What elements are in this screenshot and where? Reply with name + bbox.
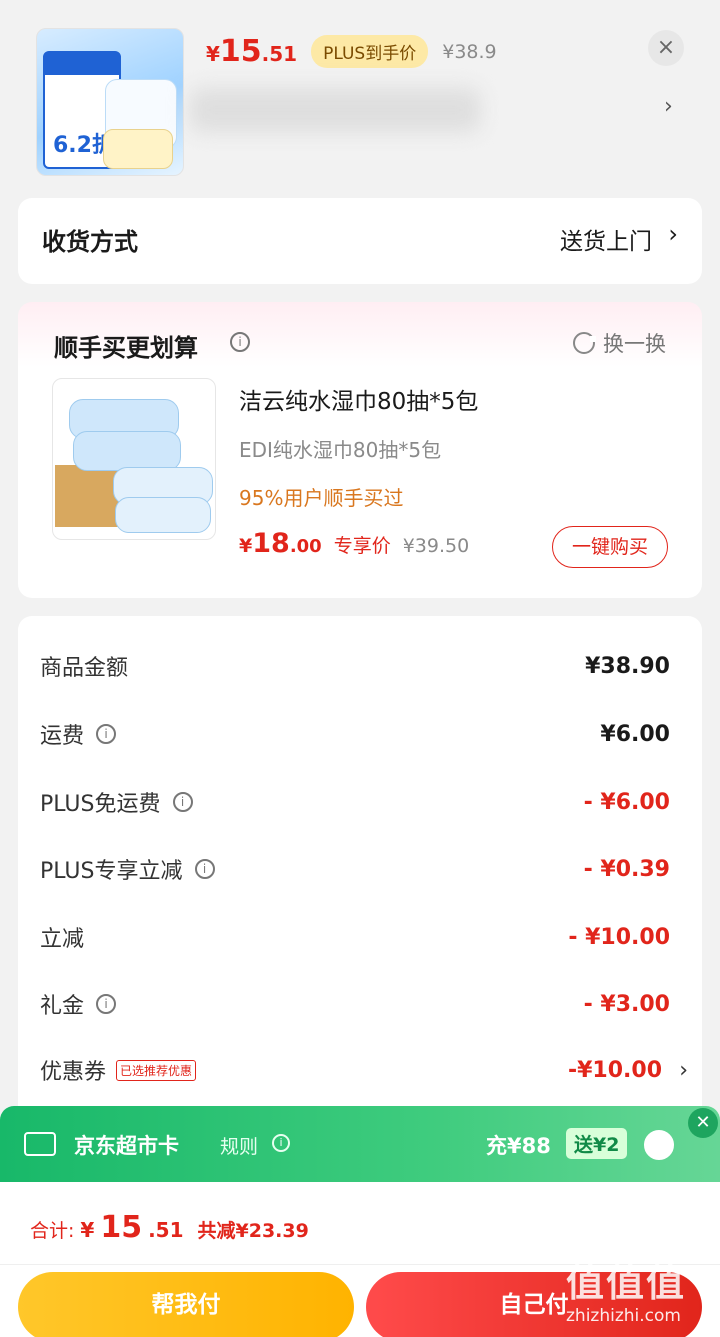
plus-price: ¥15.51 xyxy=(206,34,297,69)
swap-label: 换一换 xyxy=(603,332,666,356)
total-saved: 共减¥23.39 xyxy=(197,1220,309,1242)
info-icon[interactable]: i xyxy=(96,724,117,744)
summary-row-gift-cash: 礼金 i - ¥3.00 xyxy=(40,984,680,1024)
one-click-buy-button[interactable]: 一键购买 xyxy=(552,526,668,568)
info-icon[interactable]: i xyxy=(172,792,193,812)
card-icon xyxy=(24,1132,56,1156)
addon-recommendation-card: 顺手买更划算 i 换一换 洁云纯水湿巾80抽*5包 EDI纯水湿巾80抽*5包 … xyxy=(18,302,702,598)
product-thumbnail[interactable]: 6.2折 xyxy=(36,28,184,176)
summary-value: -¥10.00 xyxy=(567,1057,662,1083)
addon-product-name[interactable]: 洁云纯水湿巾80抽*5包 xyxy=(239,382,478,416)
close-icon[interactable]: ✕ xyxy=(688,1108,718,1138)
addon-price: ¥18.00 xyxy=(239,528,322,559)
price-integer: 15 xyxy=(219,34,262,69)
chevron-right-icon: › xyxy=(668,220,678,248)
wipes-pack-image xyxy=(103,129,173,169)
help-me-pay-button[interactable]: 帮我付 xyxy=(18,1272,354,1337)
delivery-value: 送货上门 xyxy=(560,229,652,255)
addon-original-price: ¥39.50 xyxy=(402,535,470,557)
summary-label: 商品金额 xyxy=(40,656,129,681)
info-icon[interactable]: i xyxy=(194,859,215,879)
summary-row-coupon[interactable]: 优惠券 已选推荐优惠 -¥10.00 › xyxy=(40,1050,688,1090)
addon-title: 顺手买更划算 xyxy=(54,334,198,362)
wipes-pack-image xyxy=(115,497,211,533)
addon-product-subtitle: EDI纯水湿巾80抽*5包 xyxy=(239,438,442,462)
price-integer: 15 xyxy=(100,1210,143,1245)
blurred-product-title xyxy=(190,88,480,132)
summary-value: - ¥3.00 xyxy=(583,991,670,1017)
summary-value: - ¥6.00 xyxy=(583,789,670,815)
price-integer: 18 xyxy=(252,528,290,559)
summary-label: 立减 xyxy=(40,927,85,952)
price-symbol: ¥ xyxy=(80,1218,95,1242)
price-symbol: ¥ xyxy=(206,42,220,66)
exclusive-price-tag: 专享价 xyxy=(333,535,391,557)
price-decimal: .51 xyxy=(148,1218,184,1242)
price-row: ¥15.51 PLUS到手价 ¥38.9 xyxy=(206,34,497,69)
summary-row-instant-reduction: 立减 - ¥10.00 xyxy=(40,917,680,957)
recharge-amount: 充¥88 xyxy=(486,1134,551,1158)
watermark-url: zhizhizhi.com xyxy=(566,1306,681,1326)
supermarket-card-name: 京东超市卡 xyxy=(74,1134,179,1158)
chevron-right-icon: › xyxy=(679,1057,688,1083)
summary-value: ¥38.90 xyxy=(585,653,670,679)
summary-label: 优惠券 xyxy=(40,1060,107,1085)
original-price: ¥38.9 xyxy=(442,40,497,63)
price-decimal: .51 xyxy=(261,42,298,66)
summary-label: 运费 xyxy=(40,724,85,749)
summary-value: - ¥10.00 xyxy=(568,924,670,950)
summary-row-plus-discount: PLUS专享立减 i - ¥0.39 xyxy=(40,849,680,889)
chevron-right-icon[interactable]: › xyxy=(664,94,673,119)
close-button[interactable]: × xyxy=(648,30,684,66)
summary-row-plus-free-shipping: PLUS免运费 i - ¥6.00 xyxy=(40,782,680,822)
price-summary-card: 商品金额 ¥38.90 运费 i ¥6.00 PLUS免运费 i - ¥6.00… xyxy=(18,616,702,1136)
total-label: 合计: xyxy=(30,1220,75,1242)
refresh-icon xyxy=(573,332,596,354)
product-header: 6.2折 ¥15.51 PLUS到手价 ¥38.9 × › xyxy=(0,0,720,190)
rules-link[interactable]: 规则 xyxy=(220,1132,258,1159)
price-symbol: ¥ xyxy=(239,535,253,557)
summary-row-goods: 商品金额 ¥38.90 xyxy=(40,646,680,686)
summary-row-shipping: 运费 i ¥6.00 xyxy=(40,714,680,754)
summary-label: PLUS专享立减 xyxy=(40,859,183,884)
delivery-method-row[interactable]: 收货方式 送货上门 › xyxy=(18,198,702,284)
info-icon[interactable]: i xyxy=(230,332,250,352)
summary-label: PLUS免运费 xyxy=(40,792,161,817)
price-decimal: .00 xyxy=(289,536,322,557)
summary-value: ¥6.00 xyxy=(600,721,670,747)
swap-button[interactable]: 换一换 xyxy=(573,328,666,358)
summary-value: - ¥0.39 xyxy=(583,856,670,882)
promo-card-top xyxy=(45,53,119,75)
info-icon[interactable]: i xyxy=(272,1134,290,1152)
plus-price-badge: PLUS到手价 xyxy=(311,35,429,68)
summary-label: 礼金 xyxy=(40,994,85,1019)
delivery-label: 收货方式 xyxy=(42,228,138,256)
wipes-pack-image xyxy=(73,431,181,471)
addon-price-row: ¥18.00 专享价 ¥39.50 xyxy=(239,528,469,559)
coupon-recommend-tag: 已选推荐优惠 xyxy=(116,1059,197,1081)
supermarket-card-banner[interactable]: 京东超市卡 规则 i 充¥88 送¥2 ✕ xyxy=(0,1106,720,1182)
order-total: 合计: ¥15.51 共减¥23.39 xyxy=(30,1210,309,1245)
bonus-badge: 送¥2 xyxy=(566,1128,628,1159)
addon-product-image[interactable] xyxy=(52,378,216,540)
info-icon[interactable]: i xyxy=(96,994,117,1014)
select-radio[interactable] xyxy=(644,1130,674,1160)
addon-product-tip: 95%用户顺手买过 xyxy=(239,486,404,510)
